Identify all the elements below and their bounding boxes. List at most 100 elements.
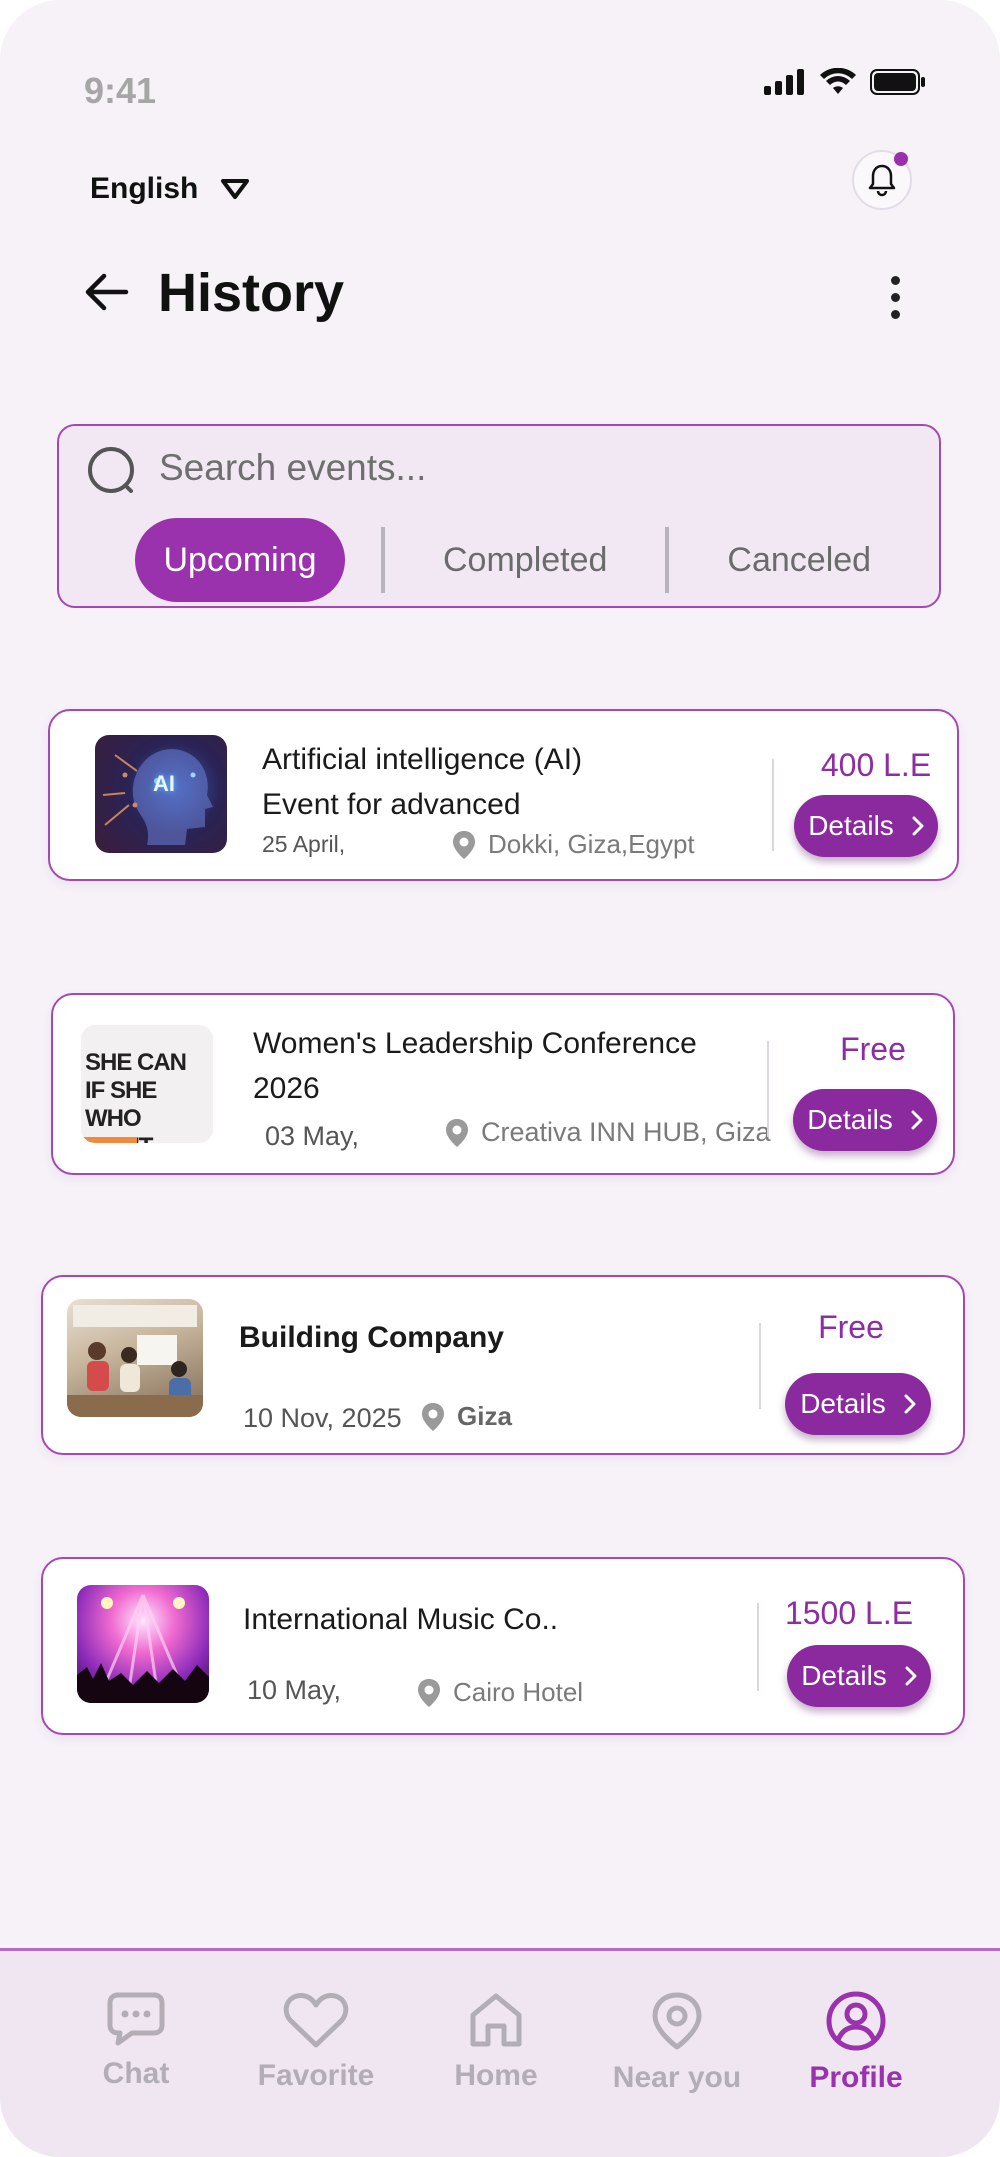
more-dot [891, 276, 900, 285]
home-icon [470, 1993, 522, 2047]
notification-dot [894, 152, 908, 166]
event-title: International Music Co.. [243, 1603, 559, 1636]
event-location: Giza [421, 1401, 512, 1432]
tab-canceled[interactable]: Canceled [705, 518, 893, 602]
card-divider [759, 1323, 761, 1409]
event-title-line: Event for advanced [262, 788, 521, 821]
back-button[interactable] [84, 272, 130, 317]
event-price: 1500 L.E [784, 1595, 914, 1631]
event-image: SHE CAN IF SHE WHO CAN'T [81, 1025, 213, 1143]
event-date: 03 May, [265, 1121, 360, 1151]
triangle-down-icon [221, 179, 250, 199]
details-button-label: Details [800, 1388, 886, 1419]
nav-label: Home [454, 2059, 538, 2092]
details-button[interactable]: Details [794, 795, 938, 857]
event-location-text: Creativa INN HUB, Giza [481, 1117, 771, 1147]
event-title-line: 2026 [253, 1072, 320, 1105]
details-button[interactable]: Details [785, 1373, 931, 1435]
chevron-right-icon [904, 1394, 916, 1414]
more-options-button[interactable] [891, 276, 900, 319]
event-location-text: Cairo Hotel [453, 1677, 584, 1707]
chevron-right-icon [911, 1110, 923, 1130]
event-date: 10 Nov, 2025 [243, 1403, 402, 1433]
event-location: Creativa INN HUB, Giza [445, 1117, 771, 1148]
bottom-nav: Chat Favorite Home Near you Profile [0, 1948, 1000, 2157]
event-price: Free [840, 1031, 906, 1067]
details-button[interactable]: Details [787, 1645, 931, 1707]
nav-home[interactable]: Home [406, 1991, 586, 2093]
tab-divider [381, 527, 385, 593]
details-button-label: Details [807, 1104, 893, 1135]
event-price: Free [818, 1309, 884, 1345]
status-tabs: Upcoming Completed Canceled [135, 518, 893, 602]
event-location: Cairo Hotel [417, 1677, 583, 1708]
language-selector[interactable]: English [90, 172, 250, 206]
event-title: Building Company [239, 1321, 504, 1354]
ai-image-text: AI [153, 771, 175, 796]
language-label: English [90, 172, 199, 205]
card-divider [757, 1603, 759, 1691]
event-card[interactable]: SHE CAN IF SHE WHO CAN'T Women's Leaders… [51, 993, 955, 1175]
bell-icon [868, 164, 896, 197]
location-pin-icon [418, 1678, 440, 1707]
event-location-text: Dokki, Giza,Egypt [488, 829, 695, 859]
nav-profile[interactable]: Profile [766, 1991, 946, 2095]
chevron-right-icon [912, 816, 924, 836]
location-pin-icon [422, 1402, 444, 1431]
nav-near-you[interactable]: Near you [587, 1991, 767, 2095]
location-pin-icon [453, 830, 475, 859]
details-button[interactable]: Details [793, 1089, 937, 1151]
image-accent-bar [81, 1137, 137, 1143]
search-filter-panel: Upcoming Completed Canceled [57, 424, 941, 608]
event-title-line: Artificial intelligence (AI) [262, 743, 583, 776]
phone-screen: 9:41 English History Search events... Up… [0, 0, 1000, 2157]
nav-favorite[interactable]: Favorite [226, 1991, 406, 2093]
chevron-right-icon [905, 1666, 917, 1686]
event-image [77, 1585, 209, 1703]
details-button-label: Details [801, 1660, 887, 1691]
signal-icon [764, 69, 804, 95]
event-date: 10 May, [247, 1675, 342, 1705]
tab-completed[interactable]: Completed [421, 518, 629, 602]
event-image [67, 1299, 203, 1417]
details-button-label: Details [808, 810, 894, 841]
arrow-left-icon [85, 273, 129, 311]
status-icons [764, 68, 926, 96]
concert-photo [77, 1594, 209, 1703]
location-icon [652, 1992, 702, 2050]
notification-button[interactable] [852, 150, 912, 210]
event-card[interactable]: AI Artificial intelligence (AI) Event fo… [48, 709, 959, 881]
nav-label: Favorite [257, 2059, 375, 2092]
profile-icon [826, 1991, 886, 2051]
event-title-line: Women's Leadership Conference [253, 1027, 697, 1060]
event-title: Artificial intelligence (AI) Event for a… [262, 737, 582, 827]
event-card[interactable]: Building Company 10 Nov, 2025 Giza Free … [41, 1275, 965, 1455]
event-date: 25 April, [262, 831, 346, 857]
nav-label: Near you [612, 2061, 742, 2094]
wifi-icon [820, 68, 856, 94]
nav-chat[interactable]: Chat [46, 1991, 226, 2091]
card-divider [767, 1041, 769, 1137]
tab-divider [665, 527, 670, 593]
tab-upcoming[interactable]: Upcoming [135, 518, 345, 602]
battery-icon [870, 69, 925, 95]
chat-icon [107, 1992, 165, 2046]
page-title: History [158, 263, 345, 323]
event-location-text: Giza [457, 1401, 512, 1431]
more-dot [891, 310, 900, 319]
she-can-image-text: SHE CAN IF SHE WHO CAN'T [85, 1049, 187, 1143]
event-image: AI [95, 735, 227, 853]
meeting-photo [67, 1305, 203, 1417]
event-title: Women's Leadership Conference 2026 [253, 1021, 697, 1111]
more-dot [891, 293, 900, 302]
event-location: Dokki, Giza,Egypt [452, 829, 695, 860]
search-icon [88, 447, 134, 493]
heart-icon [283, 1993, 349, 2048]
event-card[interactable]: International Music Co.. 10 May, Cairo H… [41, 1557, 965, 1735]
nav-label: Profile [809, 2061, 903, 2094]
location-pin-icon [446, 1118, 468, 1147]
status-time: 9:41 [84, 70, 157, 111]
event-price: 400 L.E [820, 747, 932, 783]
nav-label: Chat [102, 2057, 170, 2090]
search-input[interactable] [159, 440, 859, 496]
